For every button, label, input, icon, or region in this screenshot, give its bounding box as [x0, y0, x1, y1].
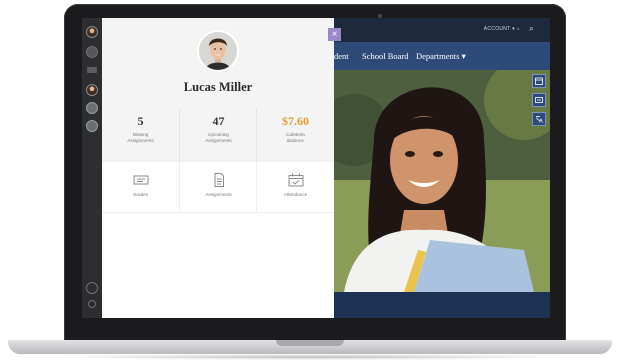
profile-avatar	[197, 30, 239, 72]
icon-rail	[82, 18, 102, 318]
tile-label: Assignments	[205, 192, 232, 197]
user-avatar-icon[interactable]	[86, 26, 98, 38]
calendar-icon[interactable]	[532, 74, 546, 88]
student-name: Lucas Miller	[183, 80, 253, 94]
tile-grades[interactable]: Grades	[102, 162, 179, 212]
tile-assignments[interactable]: Assignments	[179, 162, 257, 212]
hero-photo	[318, 60, 550, 292]
stats-row: 5 Missing Assignments 47 Upcoming Assign…	[102, 108, 334, 162]
floating-actions	[532, 74, 546, 131]
background-website: ACCOUNT ▾ ⌂ ⌕ dent School Board Departme…	[318, 18, 550, 318]
stat-label-line2: Assignments	[127, 138, 154, 143]
world-icon[interactable]	[86, 120, 98, 132]
student-photo	[318, 60, 550, 292]
stat-upcoming-assignments[interactable]: 47 Upcoming Assignments	[179, 108, 257, 162]
attendance-icon	[288, 173, 304, 187]
id-card-icon[interactable]	[532, 93, 546, 107]
home-icon[interactable]	[86, 46, 98, 58]
tile-label: Attendance	[283, 192, 308, 197]
stat-value: 5	[137, 114, 144, 128]
tile-attendance[interactable]: Attendance	[256, 162, 334, 212]
search-icon[interactable]: ⌕	[529, 23, 534, 34]
nav-link-school-board[interactable]: School Board	[362, 51, 409, 61]
site-footer	[334, 292, 550, 318]
site-topbar: ACCOUNT ▾ ⌂ ⌕	[334, 18, 550, 42]
site-nav: dent School Board Departments ▾	[334, 42, 550, 70]
translate-icon[interactable]	[532, 112, 546, 126]
laptop-notch	[276, 340, 344, 346]
message-icon[interactable]	[87, 67, 97, 73]
logout-icon[interactable]	[86, 282, 98, 294]
close-panel-button[interactable]: ×	[328, 28, 341, 41]
globe-icon[interactable]	[86, 102, 98, 114]
stat-cafeteria-balance[interactable]: $7.60 Cafeteria Balance	[256, 108, 334, 162]
tile-label: Grades	[132, 192, 149, 197]
grades-icon	[133, 173, 149, 187]
settings-icon[interactable]	[88, 300, 96, 308]
stat-label-line2: Balance	[287, 138, 304, 143]
stat-value: $7.60	[282, 114, 309, 128]
stat-label-line2: Assignments	[205, 138, 232, 143]
profile-panel: Lucas Miller 5 Missing Assignments 47 Up…	[102, 18, 334, 318]
stat-value: 47	[212, 114, 225, 128]
stat-missing-assignments[interactable]: 5 Missing Assignments	[102, 108, 179, 162]
assignments-icon	[211, 173, 227, 187]
quick-links: Grades Assignments Attendance	[102, 162, 334, 213]
account-menu[interactable]: ACCOUNT ▾ ⌂	[484, 26, 520, 32]
screen: ACCOUNT ▾ ⌂ ⌕ dent School Board Departme…	[82, 18, 550, 318]
nav-link-student[interactable]: dent	[334, 51, 349, 61]
nav-link-departments[interactable]: Departments ▾	[416, 51, 466, 62]
student-avatar-icon[interactable]	[86, 84, 98, 96]
laptop-shadow	[36, 354, 584, 360]
